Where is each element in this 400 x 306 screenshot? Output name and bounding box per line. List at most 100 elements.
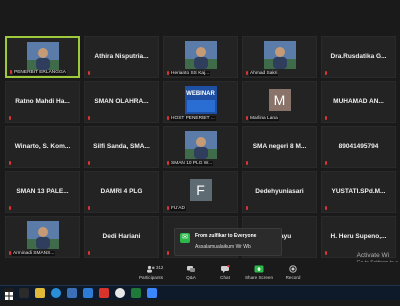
participant-tile[interactable]: 89041495794	[321, 126, 396, 168]
participant-name: Athira Nisputria...	[94, 53, 149, 60]
chat-notification[interactable]: ✉ From zulfikar to Everyone Assalamualai…	[174, 228, 282, 256]
participant-label: FU'AD	[170, 206, 186, 211]
mic-muted-icon	[8, 116, 12, 120]
mic-muted-icon	[8, 161, 12, 165]
participant-name: SMAN OLAHRA...	[94, 98, 149, 105]
participant-name: MUHAMAD AN...	[333, 98, 384, 105]
participant-tile[interactable]: Athira Nisputria...	[84, 36, 159, 78]
participant-tile[interactable]: WEBINAR HOST PENERBIT ...	[163, 81, 238, 123]
mic-muted-icon	[8, 206, 12, 210]
chat-from: From zulfikar to Everyone	[195, 233, 257, 239]
participant-label: Marlina Lana	[249, 116, 279, 121]
chat-icon: ✉	[180, 233, 190, 243]
mic-muted-icon	[166, 116, 170, 120]
mic-muted-icon	[245, 161, 249, 165]
participant-tile[interactable]: Ahmad Sakri	[242, 36, 317, 78]
participant-tile[interactable]: DAMRI 4 PLG	[84, 171, 159, 213]
chat-label: Chat	[220, 275, 230, 280]
participant-video	[184, 131, 217, 159]
windows-taskbar	[0, 285, 400, 300]
participant-name: DAMRI 4 PLG	[100, 188, 143, 195]
mic-muted-icon	[87, 206, 91, 210]
avatar: M	[268, 89, 291, 111]
mic-muted-icon	[166, 251, 170, 255]
participant-name: Dedehyuniasari	[255, 188, 304, 195]
participant-video	[26, 42, 59, 70]
chrome-icon[interactable]	[115, 288, 125, 298]
qa-button[interactable]: Q&A	[176, 265, 206, 280]
participant-label: SMAN 10 PLG W...	[170, 161, 214, 166]
participant-tile[interactable]: F FU'AD	[163, 171, 238, 213]
participant-name: SMAN 13 PALE...	[16, 188, 69, 195]
record-label: Record	[285, 275, 301, 280]
participant-name: Ratno Mahdi Ha...	[15, 98, 70, 105]
mic-muted-icon	[324, 71, 328, 75]
participant-video	[26, 221, 59, 249]
participant-video	[263, 41, 296, 69]
participants-icon	[147, 265, 155, 273]
mic-muted-icon	[245, 206, 249, 210]
mic-muted-icon	[87, 71, 91, 75]
mic-muted-icon	[245, 116, 249, 120]
start-icon[interactable]	[4, 288, 14, 300]
participant-tile[interactable]: SMA negeri 8 M...	[242, 126, 317, 168]
participant-tile[interactable]: Dra.Rusdatika G...	[321, 36, 396, 78]
mic-muted-icon	[87, 251, 91, 255]
chat-button[interactable]: Chat	[210, 265, 240, 280]
participant-name: H. Heru Supeno,...	[330, 233, 387, 240]
mic-muted-icon	[87, 116, 91, 120]
participant-video	[184, 41, 217, 69]
mic-muted-icon	[166, 71, 170, 75]
participant-tile[interactable]: Dedi Hariani	[84, 216, 159, 258]
participant-tile[interactable]: SMAN 10 PLG W...	[163, 126, 238, 168]
participant-tile[interactable]: Herianto SS Kaj...	[163, 36, 238, 78]
participant-tile[interactable]: Winarto, S. Kom...	[5, 126, 80, 168]
participant-tile[interactable]: Dedehyuniasari	[242, 171, 317, 213]
zoom-icon[interactable]	[147, 288, 157, 298]
search-icon[interactable]	[19, 288, 29, 298]
participant-name: YUSTATI.SPd.M...	[331, 188, 386, 195]
participant-tile[interactable]: M Marlina Lana	[242, 81, 317, 123]
participant-tile[interactable]: Silfi Sanda, SMA...	[84, 126, 159, 168]
participant-label: HOST PENERBIT ...	[170, 116, 216, 121]
participants-button[interactable]: 312 Participants	[136, 265, 166, 280]
participant-tile[interactable]: MUHAMAD AN...	[321, 81, 396, 123]
participant-label: Ahmad Sakri	[249, 71, 279, 76]
participants-count: 312	[156, 265, 164, 270]
excel-icon[interactable]	[131, 288, 141, 298]
store-icon[interactable]	[67, 288, 77, 298]
participant-name: 89041495794	[338, 143, 379, 150]
participant-tile[interactable]: YUSTATI.SPd.M...	[321, 171, 396, 213]
chat-bubble-icon	[221, 265, 230, 273]
share-screen-button[interactable]: Share Screen	[244, 265, 274, 280]
participants-label: Participants	[138, 275, 163, 280]
record-icon	[289, 265, 297, 273]
participant-name: Silfi Sanda, SMA...	[93, 143, 150, 150]
qa-label: Q&A	[186, 275, 196, 280]
app-icon[interactable]	[99, 288, 109, 298]
mic-muted-icon	[9, 70, 13, 74]
participant-tile[interactable]: Arminadi SMANS...	[5, 216, 80, 258]
participant-tile[interactable]: SMAN OLAHRA...	[84, 81, 159, 123]
edge-icon[interactable]	[51, 288, 61, 298]
chat-message: Assalamualaikum Wr Wb	[195, 244, 251, 250]
mic-muted-icon	[87, 161, 91, 165]
participant-name: Dra.Rusdatika G...	[330, 53, 387, 60]
participant-label: Arminadi SMANS...	[12, 251, 56, 256]
participant-label: PENERBIT ERLANGGA	[13, 70, 67, 75]
mic-muted-icon	[245, 71, 249, 75]
mic-muted-icon	[8, 251, 12, 255]
record-button[interactable]: Record	[278, 265, 308, 280]
mic-muted-icon	[166, 206, 170, 210]
participant-tile[interactable]: PENERBIT ERLANGGA	[5, 36, 80, 78]
mic-muted-icon	[324, 161, 328, 165]
mail-icon[interactable]	[83, 288, 93, 298]
meeting-toolbar: 312 Participants Q&A Chat Share Screen R…	[0, 262, 400, 286]
participant-label: Herianto SS Kaj...	[170, 71, 211, 76]
participant-tile[interactable]: SMAN 13 PALE...	[5, 171, 80, 213]
webinar-poster: WEBINAR	[184, 86, 217, 114]
mic-muted-icon	[324, 206, 328, 210]
mic-muted-icon	[324, 251, 328, 255]
participant-tile[interactable]: Ratno Mahdi Ha...	[5, 81, 80, 123]
file-explorer-icon[interactable]	[35, 288, 45, 298]
